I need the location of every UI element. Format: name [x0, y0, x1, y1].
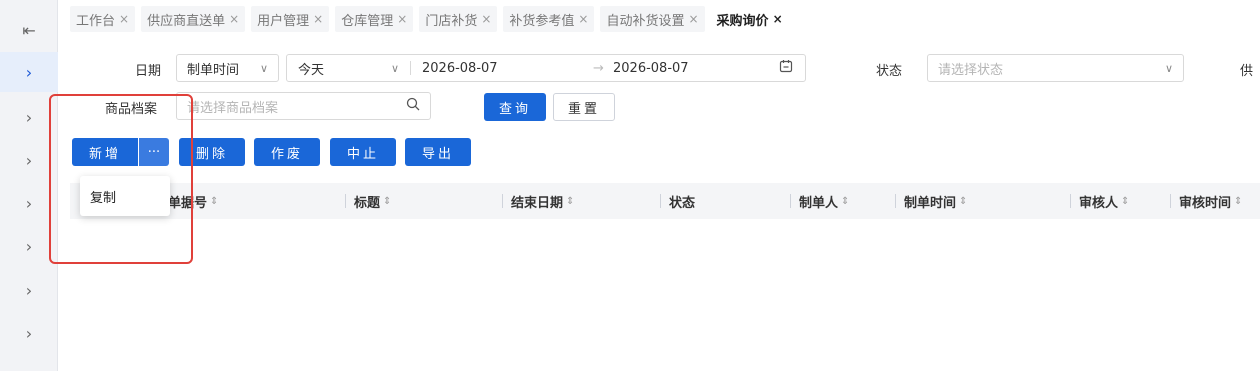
tab-supplier-direct[interactable]: 供应商直送单 × — [141, 6, 246, 32]
close-icon[interactable]: × — [481, 12, 491, 26]
tab-label: 供应商直送单 — [147, 13, 226, 29]
void-button[interactable]: 作废 — [254, 138, 320, 166]
tab-purchase-inquiry[interactable]: 采购询价 × — [710, 6, 789, 32]
column-header-creator[interactable]: 制单人 ⇕ — [790, 183, 849, 219]
tab-label: 采购询价 — [716, 13, 769, 29]
add-button[interactable]: 新增 — [72, 138, 138, 166]
column-header-reviewer[interactable]: 审核人 ⇕ — [1070, 183, 1129, 219]
chevron-down-icon: ∨ — [1164, 61, 1173, 75]
tab-label: 工作台 — [76, 13, 116, 29]
sort-icon[interactable]: ⇕ — [210, 196, 218, 207]
column-header-title[interactable]: 标题 ⇕ — [345, 183, 391, 219]
divider — [1070, 194, 1071, 208]
date-range-picker[interactable]: 今天 ∨ 2026-08-07 → 2026-08-07 — [286, 54, 806, 82]
rail-expand-icon[interactable]: › — [0, 52, 58, 92]
stop-button[interactable]: 中止 — [330, 138, 396, 166]
reset-button[interactable]: 重置 — [553, 93, 615, 121]
rail-expand-icon[interactable]: › — [0, 140, 58, 180]
product-search-input[interactable]: 请选择商品档案 — [176, 92, 431, 120]
divider — [345, 194, 346, 208]
close-icon[interactable]: × — [119, 12, 129, 26]
status-select[interactable]: 请选择状态 ∨ — [927, 54, 1184, 82]
copy-menu-item[interactable]: 复制 — [90, 187, 116, 206]
search-button[interactable]: 查询 — [484, 93, 546, 121]
status-label: 状态 — [876, 64, 903, 79]
tab-label: 自动补货设置 — [606, 13, 685, 29]
close-icon[interactable]: × — [313, 12, 323, 26]
rail-expand-icon[interactable]: › — [0, 183, 58, 223]
column-label: 状态 — [669, 195, 696, 211]
tab-label: 用户管理 — [257, 13, 310, 29]
divider — [502, 194, 503, 208]
tab-user-management[interactable]: 用户管理 × — [251, 6, 330, 32]
column-label: 审核人 — [1079, 195, 1119, 211]
side-rail: ⇤ › › › › › › › — [0, 0, 58, 371]
sort-icon[interactable]: ⇕ — [1121, 196, 1129, 207]
column-header-status: 状态 — [660, 183, 695, 219]
date-type-select[interactable]: 制单时间 ∨ — [176, 54, 279, 82]
tab-label: 补货参考值 — [509, 13, 575, 29]
column-label: 标题 — [354, 195, 381, 211]
product-label: 商品档案 — [105, 102, 158, 117]
calendar-icon[interactable] — [779, 59, 793, 77]
more-actions-button[interactable]: ··· — [139, 138, 169, 166]
tab-label: 仓库管理 — [341, 13, 394, 29]
tab-bar: 工作台 × 供应商直送单 × 用户管理 × 仓库管理 × 门店补货 × 补货参考值 × 自动… — [60, 0, 1260, 38]
status-placeholder: 请选择状态 — [938, 62, 1004, 78]
column-label: 制单时间 — [904, 195, 957, 211]
divider — [790, 194, 791, 208]
sort-icon[interactable]: ⇕ — [383, 196, 391, 207]
tab-workbench[interactable]: 工作台 × — [70, 6, 136, 32]
close-icon[interactable]: × — [773, 12, 783, 26]
rail-expand-icon[interactable]: › — [0, 270, 58, 310]
close-icon[interactable]: × — [578, 12, 588, 26]
product-placeholder: 请选择商品档案 — [187, 100, 279, 116]
search-icon[interactable] — [406, 97, 420, 115]
column-label: 审核时间 — [1179, 195, 1232, 211]
more-actions-menu: 复制 — [80, 176, 170, 216]
quick-range-value[interactable]: 今天 — [298, 59, 324, 78]
chevron-down-icon[interactable]: ∨ — [391, 62, 399, 75]
rail-expand-icon[interactable]: › — [0, 97, 58, 137]
divider — [895, 194, 896, 208]
close-icon[interactable]: × — [688, 12, 698, 26]
sort-icon[interactable]: ⇕ — [841, 196, 849, 207]
chevron-down-icon: ∨ — [259, 61, 268, 75]
close-icon[interactable]: × — [397, 12, 407, 26]
divider — [1170, 194, 1171, 208]
column-label: 结束日期 — [511, 195, 564, 211]
column-header-doc-no[interactable]: 单据号 ⇕ — [168, 183, 218, 219]
close-icon[interactable]: × — [229, 12, 239, 26]
column-header-created-time[interactable]: 制单时间 ⇕ — [895, 183, 967, 219]
end-date[interactable]: 2026-08-07 — [613, 61, 689, 76]
tab-store-replenishment[interactable]: 门店补货 × — [419, 6, 498, 32]
sort-icon[interactable]: ⇕ — [959, 196, 967, 207]
export-button[interactable]: 导出 — [405, 138, 471, 166]
collapse-sidebar-icon[interactable]: ⇤ — [0, 14, 58, 46]
divider — [410, 61, 411, 75]
supplier-label: 供 — [1240, 64, 1254, 79]
table-header: 单据号 ⇕ 标题 ⇕ 结束日期 ⇕ 状态 制单人 ⇕ 制单时间 ⇕ 审核人 ⇕ 审核时间 ⇕ — [70, 183, 1260, 219]
tab-replenishment-reference[interactable]: 补货参考值 × — [503, 6, 595, 32]
date-type-value: 制单时间 — [187, 62, 240, 78]
start-date[interactable]: 2026-08-07 — [422, 61, 498, 76]
column-header-reviewed-time[interactable]: 审核时间 ⇕ — [1170, 183, 1242, 219]
tab-warehouse-management[interactable]: 仓库管理 × — [335, 6, 414, 32]
rail-expand-icon[interactable]: › — [0, 313, 58, 353]
divider — [660, 194, 661, 208]
column-label: 单据号 — [168, 195, 208, 211]
column-label: 制单人 — [799, 195, 839, 211]
sort-icon[interactable]: ⇕ — [1234, 196, 1242, 207]
tab-auto-replenishment[interactable]: 自动补货设置 × — [600, 6, 705, 32]
delete-button[interactable]: 删除 — [179, 138, 245, 166]
tab-label: 门店补货 — [425, 13, 478, 29]
date-label: 日期 — [135, 64, 162, 79]
rail-expand-icon[interactable]: › — [0, 226, 58, 266]
range-arrow-icon: → — [593, 60, 604, 76]
column-header-end-date[interactable]: 结束日期 ⇕ — [502, 183, 574, 219]
sort-icon[interactable]: ⇕ — [566, 196, 574, 207]
